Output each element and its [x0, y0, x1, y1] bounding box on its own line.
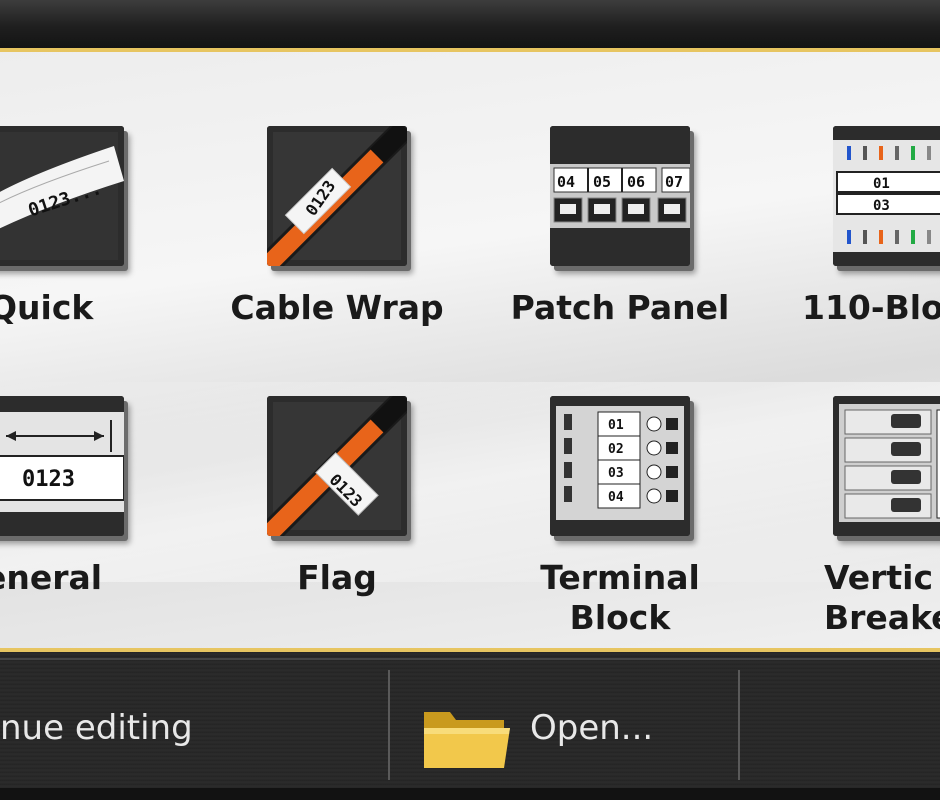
open-button[interactable]: Open... — [530, 708, 653, 748]
cable-wrap-icon: 0123 — [267, 126, 407, 266]
template-selection-panel: 0123... Quick 0123 Cable Wrap 04 05 06 0… — [0, 48, 940, 652]
template-tile-flag[interactable]: 0123 — [267, 396, 407, 536]
template-tile-patch-panel[interactable]: 04 05 06 07 — [550, 126, 690, 266]
vertical-breaker-label-line2: Breake — [824, 598, 940, 637]
template-tile-general[interactable]: 0123 — [0, 396, 124, 536]
quick-label-icon: 0123... — [0, 126, 124, 266]
top-bezel — [0, 0, 940, 48]
patch-port-label-4: 07 — [665, 173, 683, 191]
template-label-general: eneral — [0, 558, 103, 597]
template-label-flag: Flag — [297, 558, 377, 597]
110-block-icon: 01 03 — [833, 126, 940, 266]
template-label-cable-wrap: Cable Wrap — [230, 288, 444, 327]
terminal-block-label-line2: Block — [569, 598, 671, 637]
vertical-breaker-icon — [833, 396, 940, 536]
terminal-row-3: 03 — [608, 466, 624, 481]
bar-divider-2 — [738, 670, 740, 780]
template-tile-quick[interactable]: 0123... — [0, 126, 124, 266]
continue-editing-button[interactable]: nue editing — [0, 708, 193, 748]
template-label-patch-panel: Patch Panel — [510, 288, 730, 327]
patch-port-label-3: 06 — [627, 173, 645, 191]
template-label-110-block: 110-Blo — [802, 288, 940, 327]
patch-port-label-2: 05 — [593, 173, 611, 191]
patch-panel-icon: 04 05 06 07 — [550, 126, 690, 266]
110-block-row-2: 03 — [873, 198, 890, 214]
110-block-row-1: 01 — [873, 176, 890, 192]
folder-icon[interactable] — [420, 702, 512, 772]
bottom-bezel — [0, 788, 940, 800]
flag-label-icon: 0123 — [267, 396, 407, 536]
template-tile-vertical-breaker[interactable] — [833, 396, 940, 536]
template-tile-110-block[interactable]: 01 03 — [833, 126, 940, 266]
vertical-breaker-label-line1: Vertic — [824, 558, 934, 597]
bottom-action-bar: nue editing Open... — [0, 652, 940, 800]
patch-port-label-1: 04 — [557, 173, 575, 191]
template-label-vertical-breaker: Vertic Breake — [824, 558, 940, 638]
template-label-quick: Quick — [0, 288, 94, 327]
template-tile-terminal-block[interactable]: 01 02 03 04 — [550, 396, 690, 536]
template-tile-cable-wrap[interactable]: 0123 — [267, 126, 407, 266]
terminal-block-label-line1: Terminal — [540, 558, 700, 597]
terminal-row-1: 01 — [608, 418, 624, 433]
terminal-block-icon: 01 02 03 04 — [550, 396, 690, 536]
general-label-icon: 0123 — [0, 396, 124, 536]
general-icon-text: 0123 — [22, 467, 75, 492]
bar-divider-1 — [388, 670, 390, 780]
terminal-row-2: 02 — [608, 442, 624, 457]
template-label-terminal-block: Terminal Block — [495, 558, 745, 638]
terminal-row-4: 04 — [608, 490, 624, 505]
